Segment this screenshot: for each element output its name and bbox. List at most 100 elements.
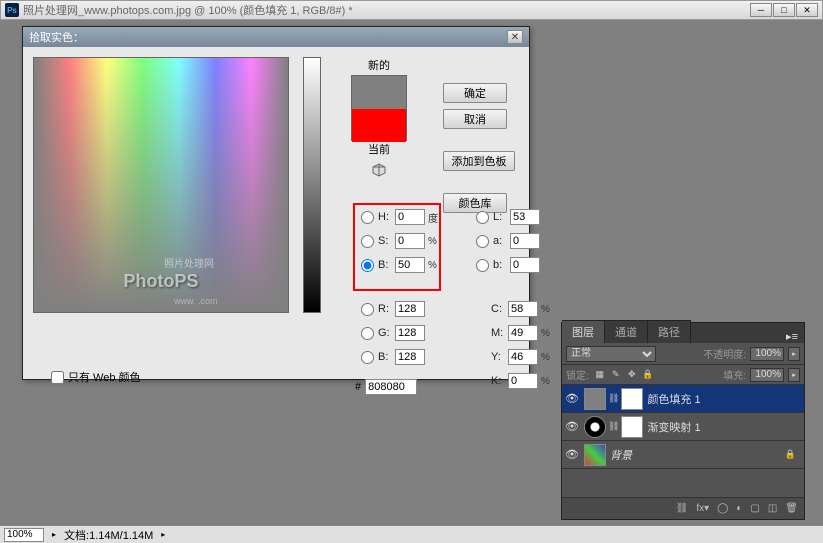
panel-menu-icon[interactable]: ▸≡ bbox=[780, 330, 804, 343]
layers-footer: ⛓ fx▾ ◯ ◐ ▢ ◫ 🗑 bbox=[562, 497, 804, 519]
layer-name[interactable]: 颜色填充 1 bbox=[647, 391, 700, 407]
bright-input[interactable] bbox=[395, 257, 425, 273]
current-color-swatch bbox=[352, 109, 406, 142]
r-radio[interactable] bbox=[361, 303, 374, 316]
dialog-titlebar[interactable]: 拾取实色： ✕ bbox=[23, 27, 529, 47]
cyan-field: C:% bbox=[476, 301, 555, 317]
fill-label: 填充: bbox=[723, 367, 746, 382]
hue-radio[interactable] bbox=[361, 211, 374, 224]
sat-radio[interactable] bbox=[361, 235, 374, 248]
lightness-field[interactable]: L: bbox=[476, 209, 557, 225]
red-field[interactable]: R: bbox=[361, 301, 442, 317]
web-colors-checkbox[interactable]: 只有 Web 颜色 bbox=[51, 369, 141, 385]
group-icon[interactable]: ▢ bbox=[750, 503, 759, 514]
opacity-arrow[interactable]: ▸ bbox=[788, 347, 800, 361]
lock-paint-icon[interactable]: ✎ bbox=[609, 368, 623, 382]
tab-paths[interactable]: 路径 bbox=[648, 320, 691, 343]
visibility-icon[interactable]: 👁 bbox=[564, 447, 580, 463]
hue-field[interactable]: H:度 bbox=[361, 209, 442, 225]
layer-name[interactable]: 背景 bbox=[610, 447, 632, 463]
color-preview bbox=[351, 75, 407, 141]
watermark-url: www. .com bbox=[174, 296, 218, 306]
lock-transparency-icon[interactable]: ▦ bbox=[593, 368, 607, 382]
dialog-close-button[interactable]: ✕ bbox=[507, 30, 523, 44]
green-field[interactable]: G: bbox=[361, 325, 442, 341]
mask-thumb[interactable] bbox=[621, 388, 643, 410]
current-color-label: 当前 bbox=[335, 141, 423, 157]
tab-channels[interactable]: 通道 bbox=[605, 320, 648, 343]
lock-position-icon[interactable]: ✥ bbox=[625, 368, 639, 382]
a-field[interactable]: a: bbox=[476, 233, 557, 249]
watermark-logo: PhotoPS bbox=[124, 271, 199, 292]
l-radio[interactable] bbox=[476, 211, 489, 224]
layer-item[interactable]: 👁 ⛓ 颜色填充 1 bbox=[562, 385, 804, 413]
yellow-field: Y:% bbox=[476, 349, 555, 365]
opacity-input[interactable] bbox=[750, 347, 784, 361]
dialog-title: 拾取实色： bbox=[29, 29, 84, 45]
hex-input[interactable] bbox=[365, 379, 417, 395]
mask-thumb[interactable] bbox=[621, 416, 643, 438]
brightness-field[interactable]: B:% bbox=[361, 257, 442, 273]
sat-input[interactable] bbox=[395, 233, 425, 249]
fill-input[interactable] bbox=[750, 368, 784, 382]
c-input[interactable] bbox=[508, 301, 538, 317]
adjustment-icon[interactable]: ◐ bbox=[736, 503, 742, 514]
trash-icon[interactable]: 🗑 bbox=[785, 503, 798, 514]
hue-input[interactable] bbox=[395, 209, 425, 225]
b-radio[interactable] bbox=[476, 259, 489, 272]
watermark-text: 照片处理网 bbox=[164, 255, 214, 270]
color-spectrum[interactable]: 照片处理网 PhotoPS www. .com bbox=[33, 57, 289, 313]
saturation-field[interactable]: S:% bbox=[361, 233, 442, 249]
link-layers-icon[interactable]: ⛓ bbox=[676, 503, 689, 514]
mask-icon[interactable]: ◯ bbox=[717, 503, 728, 514]
bc-input[interactable] bbox=[395, 349, 425, 365]
fill-arrow[interactable]: ▸ bbox=[788, 368, 800, 382]
k-input[interactable] bbox=[508, 373, 538, 389]
bright-radio[interactable] bbox=[361, 259, 374, 272]
l-input[interactable] bbox=[510, 209, 540, 225]
fx-icon[interactable]: fx▾ bbox=[696, 503, 709, 514]
new-layer-icon[interactable]: ◫ bbox=[768, 503, 777, 514]
opacity-label: 不透明度: bbox=[703, 346, 746, 361]
doc-size-label: 文档:1.14M/1.14M bbox=[64, 527, 153, 543]
a-input[interactable] bbox=[510, 233, 540, 249]
a-radio[interactable] bbox=[476, 235, 489, 248]
zoom-arrow-icon[interactable]: ▸ bbox=[52, 530, 56, 539]
visibility-icon[interactable]: 👁 bbox=[564, 391, 580, 407]
layers-panel: 图层 通道 路径 ▸≡ 正常 不透明度: ▸ 锁定: ▦ ✎ ✥ 🔒 填充: ▸… bbox=[561, 322, 805, 520]
layer-thumb[interactable] bbox=[584, 416, 606, 438]
lock-icon: 🔒 bbox=[785, 449, 796, 460]
layer-thumb[interactable] bbox=[584, 388, 606, 410]
tab-layers[interactable]: 图层 bbox=[562, 320, 605, 343]
layer-thumb[interactable] bbox=[584, 444, 606, 466]
web-checkbox[interactable] bbox=[51, 371, 64, 384]
b-input[interactable] bbox=[510, 257, 540, 273]
bc-radio[interactable] bbox=[361, 351, 374, 364]
info-arrow-icon[interactable]: ▸ bbox=[161, 530, 165, 539]
ok-button[interactable]: 确定 bbox=[443, 83, 507, 103]
add-swatch-button[interactable]: 添加到色板 bbox=[443, 151, 515, 171]
new-color-label: 新的 bbox=[335, 57, 423, 73]
g-radio[interactable] bbox=[361, 327, 374, 340]
zoom-input[interactable] bbox=[4, 528, 44, 542]
layer-item[interactable]: 👁 ⛓ 渐变映射 1 bbox=[562, 413, 804, 441]
r-input[interactable] bbox=[395, 301, 425, 317]
blue-field[interactable]: B: bbox=[361, 349, 442, 365]
cube-icon[interactable] bbox=[372, 163, 386, 177]
blend-mode-select[interactable]: 正常 bbox=[566, 346, 656, 362]
g-input[interactable] bbox=[395, 325, 425, 341]
cancel-button[interactable]: 取消 bbox=[443, 109, 507, 129]
y-input[interactable] bbox=[508, 349, 538, 365]
color-picker-dialog: 拾取实色： ✕ 照片处理网 PhotoPS www. .com 新的 当前 确定… bbox=[22, 26, 530, 380]
lock-all-icon[interactable]: 🔒 bbox=[641, 368, 655, 382]
link-icon: ⛓ bbox=[608, 393, 619, 404]
visibility-icon[interactable]: 👁 bbox=[564, 419, 580, 435]
m-input[interactable] bbox=[508, 325, 538, 341]
close-button[interactable]: ✕ bbox=[796, 3, 818, 17]
layer-item[interactable]: 👁 背景 🔒 bbox=[562, 441, 804, 469]
brightness-slider[interactable] bbox=[303, 57, 321, 313]
maximize-button[interactable]: □ bbox=[773, 3, 795, 17]
b-field[interactable]: b: bbox=[476, 257, 557, 273]
minimize-button[interactable]: ─ bbox=[750, 3, 772, 17]
layer-name[interactable]: 渐变映射 1 bbox=[647, 419, 700, 435]
